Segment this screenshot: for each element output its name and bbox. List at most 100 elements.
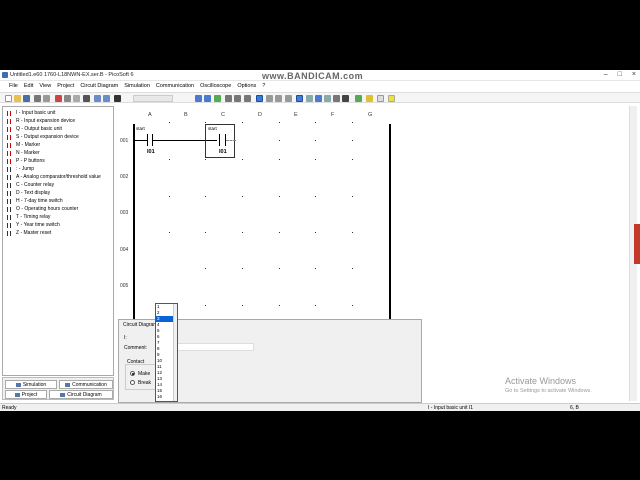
app-icon <box>2 72 8 78</box>
view-detail-icon[interactable] <box>333 95 340 102</box>
menu-help[interactable]: ? <box>259 81 268 91</box>
minimize-button[interactable]: – <box>604 71 608 78</box>
sidebar-item-i[interactable]: I - Input basic unit <box>5 109 55 117</box>
tab-circuit-diagram[interactable]: Circuit Diagram <box>49 390 113 399</box>
coil-mode-icon[interactable] <box>275 95 282 102</box>
sidebar-item-q[interactable]: Q - Output basic unit <box>5 125 62 133</box>
contact-a-comment: start <box>136 126 145 131</box>
select-mode-icon[interactable] <box>256 95 263 102</box>
color-icon[interactable] <box>355 95 362 102</box>
contact-icon <box>5 126 13 132</box>
sidebar-item-r[interactable]: R - Input expansion device <box>5 117 75 125</box>
sidebar-item-a[interactable]: A - Analog comparator/threshold value <box>5 173 101 181</box>
contact-a-left <box>147 134 148 146</box>
contact-a-operand[interactable]: I01 <box>147 149 155 155</box>
find-icon[interactable] <box>114 95 121 102</box>
panel-title: Circuit Diagram <box>123 322 158 328</box>
cut-icon[interactable] <box>55 95 62 102</box>
status-ready: Ready <box>2 405 17 411</box>
menu-circuit-diagram[interactable]: Circuit Diagram <box>77 81 121 91</box>
rows-icon[interactable] <box>234 95 241 102</box>
column-label-g: G <box>368 112 373 118</box>
contact-icon <box>5 142 13 148</box>
save-icon[interactable] <box>23 95 30 102</box>
view-grid-icon[interactable] <box>306 95 313 102</box>
zoom-out-icon[interactable] <box>204 95 211 102</box>
toolbar-combo[interactable] <box>133 95 173 102</box>
operand-label: I: <box>124 335 127 341</box>
menu-oscilloscope[interactable]: Oscilloscope <box>197 81 234 91</box>
fit-icon[interactable] <box>214 95 221 102</box>
sidebar-item-n[interactable]: N - Marker <box>5 149 40 157</box>
sidebar-item-s[interactable]: S - Output expansion device <box>5 133 79 141</box>
status-cursor: 6, B <box>570 405 579 411</box>
sidebar-item-o[interactable]: O - Operating hours counter <box>5 205 78 213</box>
note-icon[interactable] <box>388 95 395 102</box>
coil-icon <box>5 166 13 172</box>
sidebar-item-c[interactable]: C - Counter relay <box>5 181 54 189</box>
operand-number-dropdown[interactable]: 1 2 3 4 5 6 7 8 9 10 11 12 13 14 15 16 <box>155 303 178 402</box>
activate-subtitle: Go to Settings to activate Windows. <box>505 388 592 394</box>
view-table-icon[interactable] <box>315 95 322 102</box>
pen-icon[interactable] <box>366 95 373 102</box>
undo-icon[interactable] <box>94 95 101 102</box>
contact-icon <box>5 110 13 116</box>
view-list-icon[interactable] <box>324 95 331 102</box>
sidebar-item-d[interactable]: D - Text display <box>5 189 50 197</box>
open-icon[interactable] <box>14 95 21 102</box>
redo-icon[interactable] <box>103 95 110 102</box>
sidebar-item-m[interactable]: M - Marker <box>5 141 40 149</box>
row-label-004: 004 <box>120 247 129 253</box>
menu-view[interactable]: View <box>36 81 54 91</box>
coil-icon <box>5 222 13 228</box>
break-radio[interactable] <box>130 380 135 385</box>
wire-icon[interactable] <box>244 95 251 102</box>
close-button[interactable]: × <box>632 71 636 78</box>
menu-file[interactable]: File <box>6 81 21 91</box>
wire-mode-icon[interactable] <box>285 95 292 102</box>
column-label-a: A <box>148 112 152 118</box>
new-icon[interactable] <box>5 95 12 102</box>
make-radio[interactable] <box>130 371 135 376</box>
activate-title: Activate Windows <box>505 376 577 386</box>
sidebar-item-z[interactable]: Z - Master reset <box>5 229 51 237</box>
copy-icon[interactable] <box>64 95 71 102</box>
sidebar-item-jump[interactable]: : - Jump <box>5 165 34 173</box>
eraser-icon[interactable] <box>377 95 384 102</box>
column-label-d: D <box>258 112 262 118</box>
print-icon[interactable] <box>34 95 41 102</box>
menu-project[interactable]: Project <box>54 81 77 91</box>
dropdown-scrollbar[interactable] <box>173 304 177 401</box>
coil-icon <box>5 206 13 212</box>
paste-icon[interactable] <box>73 95 80 102</box>
sidebar-item-y[interactable]: Y - Year time switch <box>5 221 60 229</box>
sidebar-item-p[interactable]: P - P buttons <box>5 157 45 165</box>
sidebar-item-t[interactable]: T - Timing relay <box>5 213 50 221</box>
contact-icon <box>5 134 13 140</box>
view-ladder-icon[interactable] <box>296 95 303 102</box>
menu-simulation[interactable]: Simulation <box>121 81 153 91</box>
menu-edit[interactable]: Edit <box>21 81 36 91</box>
preview-icon[interactable] <box>43 95 50 102</box>
window-title: Untitled1.e60 1760-L18NWN-EX.ser.B - Pic… <box>10 72 134 78</box>
coil-icon <box>5 214 13 220</box>
contact-c-comment: start <box>208 126 217 131</box>
menu-options[interactable]: Options <box>234 81 259 91</box>
matrix-icon[interactable] <box>342 95 349 102</box>
zoom-in-icon[interactable] <box>195 95 202 102</box>
make-label: Make <box>138 371 151 377</box>
toolbar <box>0 92 640 103</box>
menu-bar: File Edit View Project Circuit Diagram S… <box>0 81 640 91</box>
tab-project[interactable]: Project <box>5 390 47 399</box>
contact-c-operand[interactable]: I01 <box>219 149 227 155</box>
row-label-003: 003 <box>120 210 129 216</box>
tab-communication[interactable]: Communication <box>59 380 113 389</box>
delete-icon[interactable] <box>83 95 90 102</box>
column-label-b: B <box>184 112 188 118</box>
tab-simulation[interactable]: Simulation <box>5 380 57 389</box>
contact-mode-icon[interactable] <box>266 95 273 102</box>
sidebar-item-h[interactable]: H - 7-day time switch <box>5 197 63 205</box>
maximize-button[interactable]: □ <box>618 71 622 78</box>
grid-icon[interactable] <box>225 95 232 102</box>
menu-communication[interactable]: Communication <box>153 81 197 91</box>
